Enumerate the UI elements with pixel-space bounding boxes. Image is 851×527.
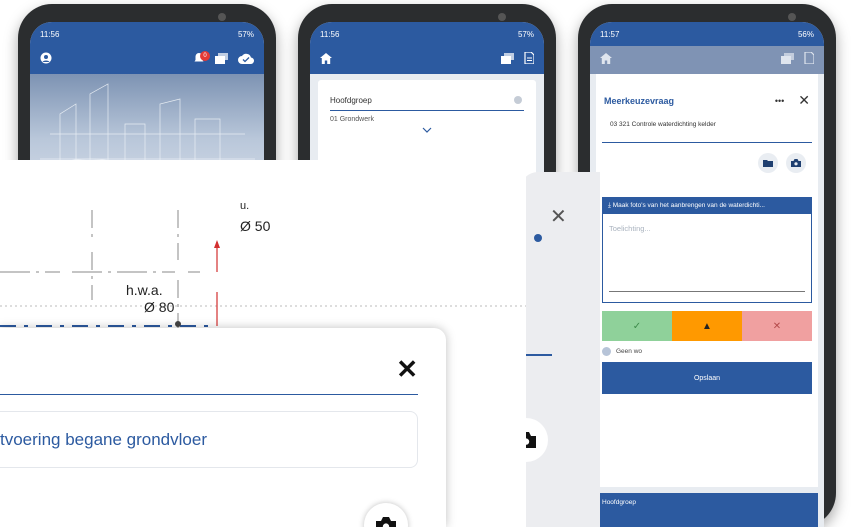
attachment-actions bbox=[596, 143, 818, 183]
more-icon[interactable]: ••• bbox=[775, 96, 784, 106]
drawing-label-hwa: h.w.a. bbox=[126, 282, 163, 298]
camera-dot bbox=[218, 13, 226, 21]
phone-meerkeuzevraag-screen: 11:57 56% Meerkeuzevraag ••• ✕ 03 321 Co… bbox=[590, 22, 824, 527]
uitvoering-dialog: ✕ tvoering begane grondvloer bbox=[0, 328, 446, 527]
layers-icon[interactable] bbox=[215, 52, 228, 68]
question-code: 03 321 Controle waterdichting kelder bbox=[602, 117, 812, 143]
app-bar bbox=[310, 46, 544, 74]
close-icon[interactable]: ✕ bbox=[396, 354, 418, 385]
status-time: 11:56 bbox=[40, 29, 60, 39]
camera-dot bbox=[498, 13, 506, 21]
approve-button[interactable]: ✓ bbox=[602, 311, 672, 341]
home-icon[interactable] bbox=[320, 52, 332, 68]
toelichting-placeholder: Toelichting... bbox=[609, 224, 651, 233]
hoofdgroep-field[interactable]: Hoofdgroep bbox=[330, 90, 524, 111]
folder-icon[interactable] bbox=[758, 153, 778, 173]
dialog-divider bbox=[0, 394, 418, 395]
avatar-icon[interactable] bbox=[40, 52, 52, 68]
document-icon[interactable] bbox=[804, 51, 815, 68]
status-bar: 11:56 57% bbox=[30, 22, 264, 46]
cloud-check-icon[interactable] bbox=[238, 52, 255, 68]
geen-wo-option[interactable]: Geen wo bbox=[602, 347, 812, 356]
close-icon[interactable]: ✕ bbox=[550, 204, 567, 229]
radio-button[interactable] bbox=[602, 347, 611, 356]
status-time: 11:56 bbox=[320, 29, 340, 39]
bell-icon[interactable]: 0 bbox=[193, 51, 210, 68]
photo-instruction-text: Maak foto's van het aanbrengen van de wa… bbox=[612, 202, 765, 209]
notification-badge: 0 bbox=[200, 51, 210, 61]
chevron-down-icon[interactable] bbox=[330, 125, 524, 136]
geen-wo-label: Geen wo bbox=[616, 348, 643, 355]
drawing-label-diameter-50: Ø 50 bbox=[240, 218, 271, 234]
status-time: 11:57 bbox=[600, 29, 620, 39]
phone-meerkeuzevraag: 11:57 56% Meerkeuzevraag ••• ✕ 03 321 Co… bbox=[578, 4, 836, 527]
textarea-underline bbox=[609, 291, 805, 292]
footer-hoofdgroep: Hoofdgroep bbox=[596, 493, 818, 527]
meerkeuzevraag-panel: Meerkeuzevraag ••• ✕ 03 321 Controle wat… bbox=[596, 74, 818, 487]
layers-icon[interactable] bbox=[781, 52, 794, 68]
photo-instruction-box: ⤓ Maak foto's van het aanbrengen van de … bbox=[602, 197, 812, 303]
radio-dot[interactable] bbox=[514, 96, 522, 104]
panel-header: Meerkeuzevraag ••• ✕ bbox=[596, 74, 818, 117]
screenshot-collage: 11:56 57% 0 11:56 57% Hoofdgroep 01 Gron… bbox=[0, 0, 851, 527]
save-button[interactable]: Opslaan bbox=[602, 362, 812, 394]
panel-title: Meerkeuzevraag bbox=[604, 95, 675, 106]
photo-instruction-bar: ⤓ Maak foto's van het aanbrengen van de … bbox=[603, 198, 811, 214]
close-icon[interactable]: ✕ bbox=[798, 92, 810, 109]
radio-dot[interactable] bbox=[534, 234, 542, 242]
warning-button[interactable]: ▲ bbox=[672, 311, 742, 341]
hoofdgroep-label: Hoofdgroep bbox=[330, 96, 372, 105]
app-bar bbox=[590, 46, 824, 74]
status-bar: 11:57 56% bbox=[590, 22, 824, 46]
camera-icon[interactable] bbox=[786, 153, 806, 173]
status-battery: 56% bbox=[797, 29, 814, 39]
status-battery: 57% bbox=[237, 29, 254, 39]
layers-icon[interactable] bbox=[501, 52, 514, 68]
answer-choices: ✓ ▲ ✕ bbox=[602, 311, 812, 341]
camera-icon[interactable] bbox=[364, 503, 408, 527]
app-bar: 0 bbox=[30, 46, 264, 74]
status-bar: 11:56 57% bbox=[310, 22, 544, 46]
detail-panel-fragment: ✕ bbox=[504, 172, 600, 527]
document-icon[interactable] bbox=[524, 51, 535, 68]
uitvoering-field[interactable]: tvoering begane grondvloer bbox=[0, 411, 418, 468]
drawing-label-small: u. bbox=[240, 200, 250, 212]
reject-button[interactable]: ✕ bbox=[742, 311, 812, 341]
drawing-label-diameter-80: Ø 80 bbox=[144, 299, 175, 315]
toelichting-textarea[interactable]: Toelichting... bbox=[603, 214, 811, 302]
camera-dot bbox=[788, 13, 796, 21]
home-icon[interactable] bbox=[600, 52, 612, 68]
status-battery: 57% bbox=[517, 29, 534, 39]
hoofdgroep-value: 01 Grondwerk bbox=[330, 116, 374, 123]
